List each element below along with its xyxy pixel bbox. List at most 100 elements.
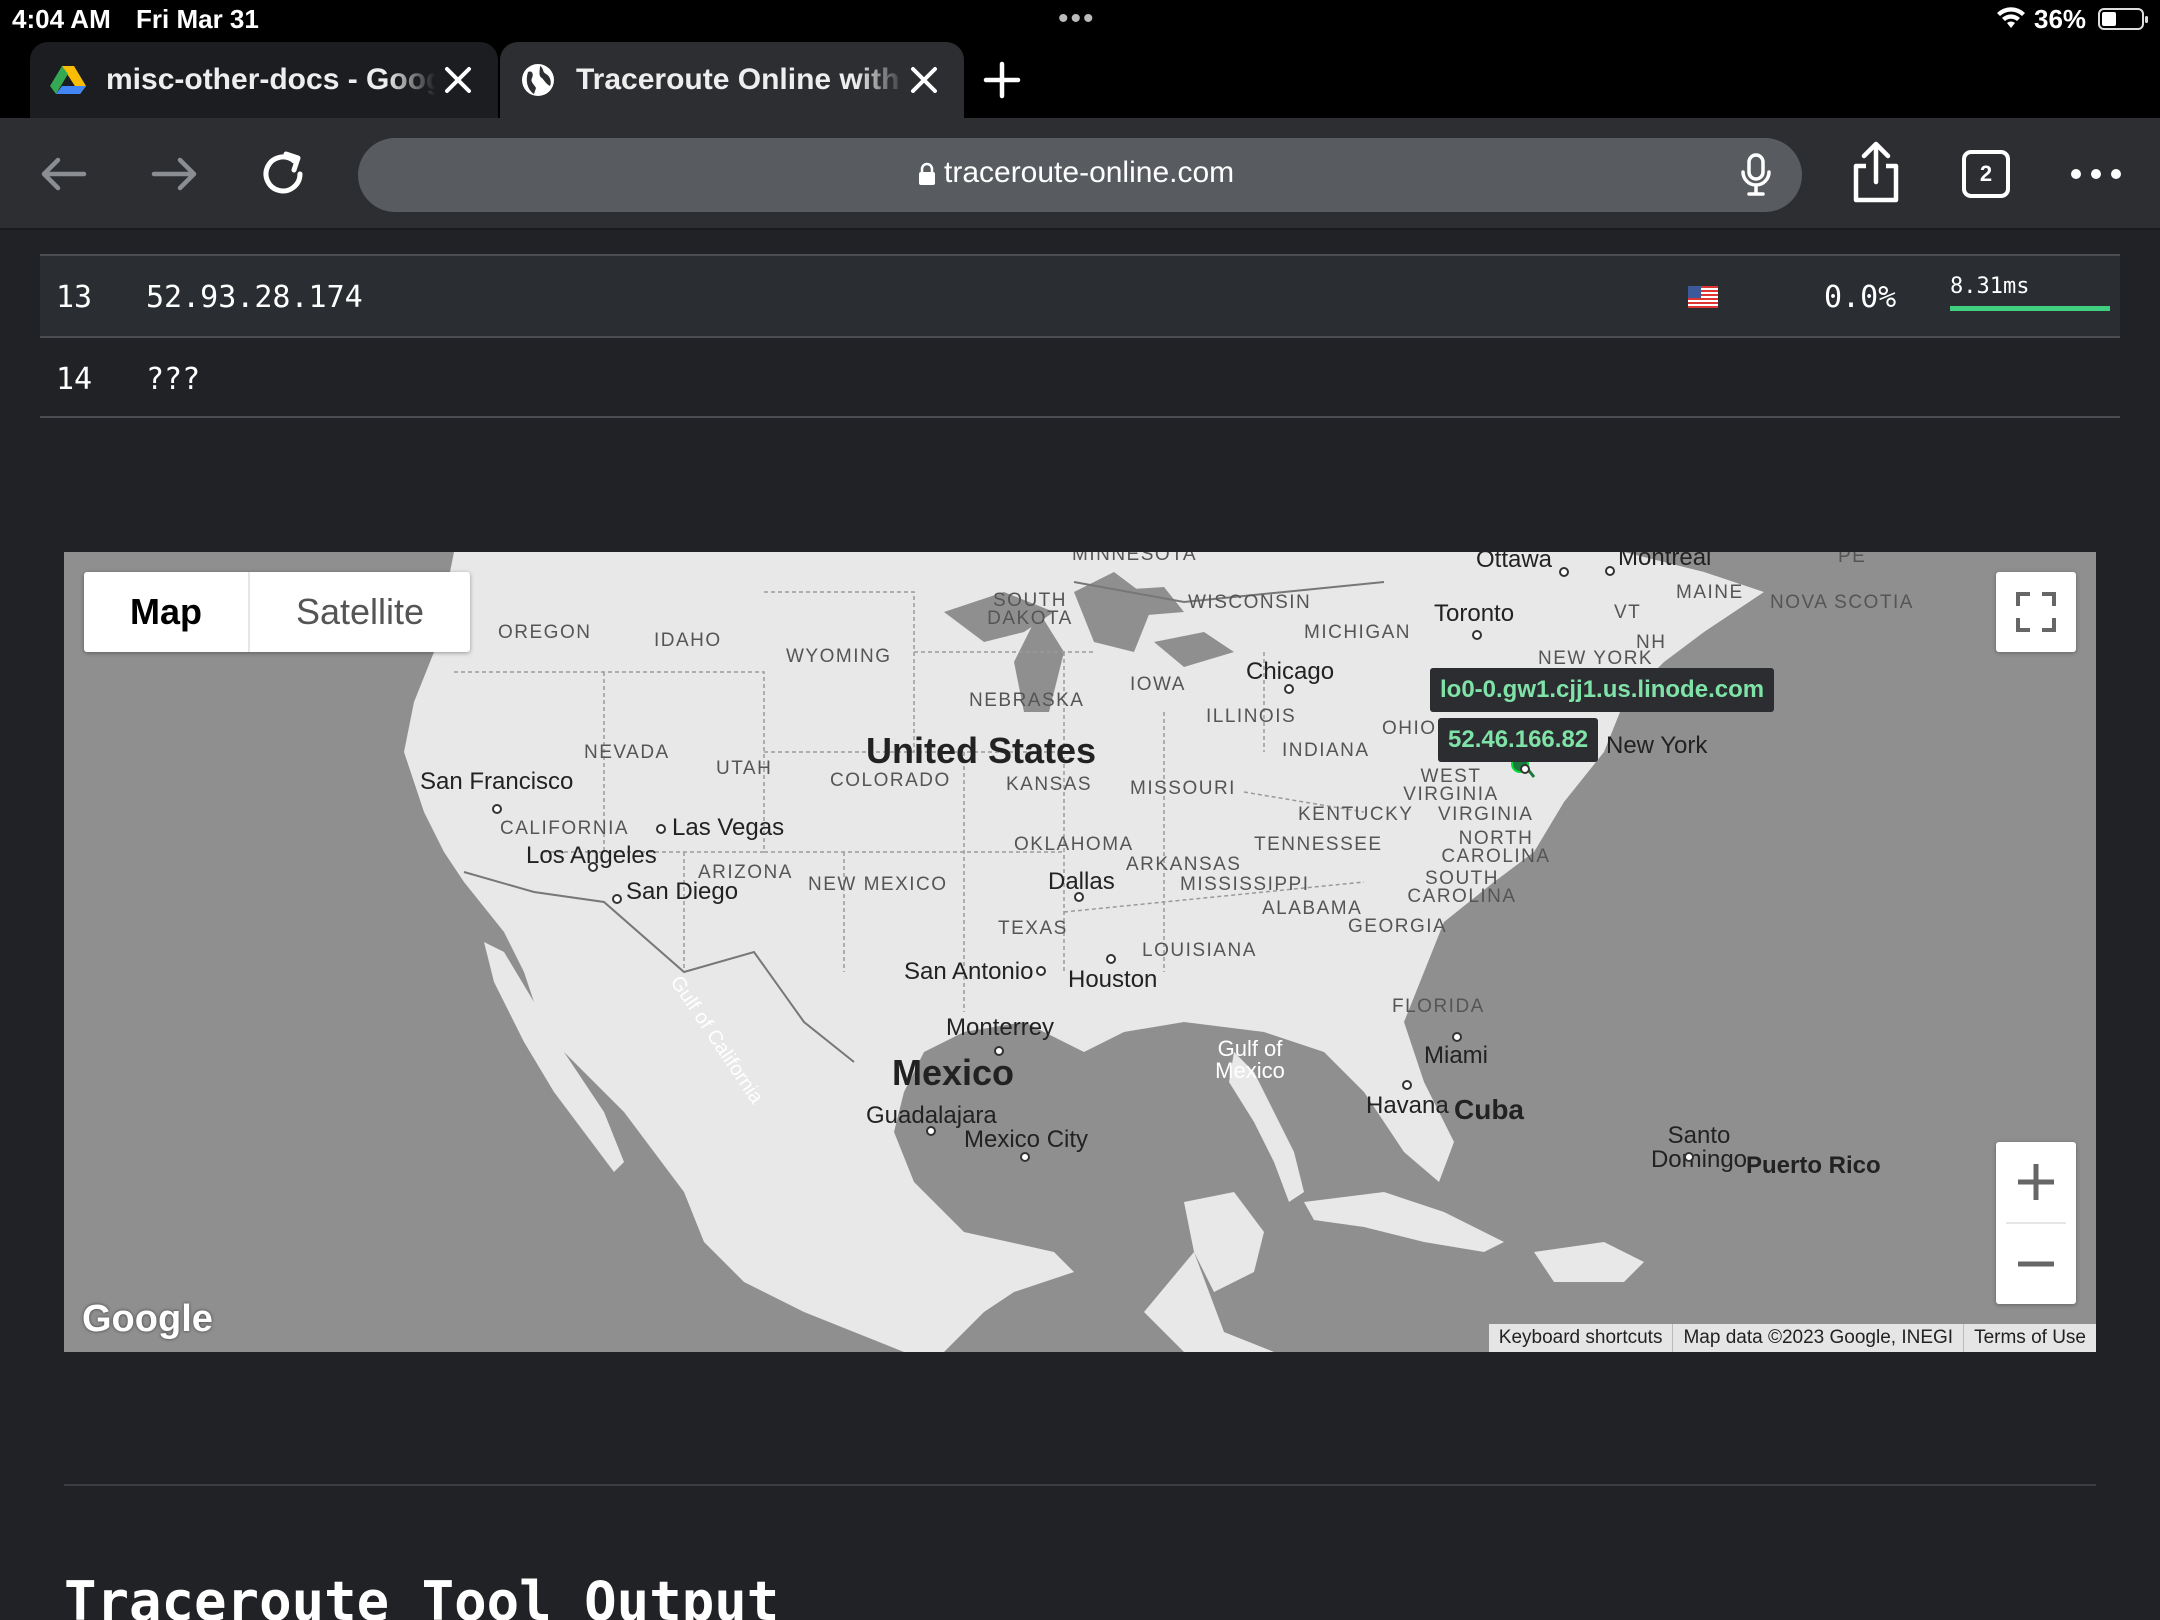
- url-text: traceroute-online.com: [944, 156, 1235, 189]
- map-data-attribution: Map data ©2023 Google, INEGI: [1672, 1324, 1963, 1352]
- battery-percent: 36%: [2034, 4, 2087, 34]
- map-label: Las Vegas: [672, 814, 785, 841]
- map-label: INDIANA: [1282, 740, 1370, 761]
- zoom-out-minus-icon[interactable]: [1996, 1224, 2076, 1304]
- map-view-button[interactable]: Map: [84, 572, 250, 652]
- new-tab-plus-icon[interactable]: [980, 58, 1024, 102]
- map-label: Mexico City: [964, 1126, 1089, 1153]
- map-label: TENNESSEE: [1254, 834, 1383, 855]
- map-label: NEW MEXICO: [808, 874, 948, 895]
- keyboard-shortcuts-link[interactable]: Keyboard shortcuts: [1489, 1324, 1673, 1352]
- table-row: 13 52.93.28.174 0.0% 8.31ms: [40, 254, 2120, 336]
- city-dot: [1559, 567, 1569, 577]
- more-menu-icon[interactable]: [2070, 148, 2122, 200]
- map-label: FLORIDA: [1392, 996, 1485, 1017]
- google-logo: Google: [82, 1298, 213, 1340]
- tab-traceroute[interactable]: Traceroute Online with Map: [500, 42, 964, 118]
- city-dot: [1520, 764, 1530, 774]
- zoom-control: [1996, 1142, 2076, 1304]
- map-terrain: [404, 552, 1764, 1352]
- city-dot: [1605, 566, 1615, 576]
- route-map[interactable]: MINNESOTA SOUTH DAKOTA WISCONSIN MICHIGA…: [64, 552, 2096, 1352]
- map-label: San Francisco: [420, 768, 574, 795]
- back-arrow-icon[interactable]: [36, 146, 92, 202]
- tab-title: misc-other-docs - Google Drive: [106, 63, 436, 96]
- map-label: VIRGINIA: [1438, 804, 1534, 825]
- city-dot: [1402, 1080, 1412, 1090]
- map-label: San Antonio: [904, 958, 1034, 985]
- map-label: NORTH CAROLINA: [1441, 828, 1551, 867]
- hop-table: 13 52.93.28.174 0.0% 8.31ms 14 ???: [40, 254, 2120, 418]
- city-dot: [1284, 684, 1294, 694]
- battery-icon: [2098, 8, 2148, 30]
- forward-arrow-icon[interactable]: [146, 146, 202, 202]
- status-time: 4:04 AM: [12, 4, 111, 34]
- status-bar: 4:04 AM Fri Mar 31 ••• 36%: [0, 0, 2160, 40]
- map-label: Toronto: [1434, 600, 1515, 627]
- google-drive-icon: [50, 66, 86, 94]
- microphone-icon[interactable]: [1736, 152, 1776, 198]
- map-label: LOUISIANA: [1142, 940, 1257, 961]
- rtt-bar: [1950, 306, 2110, 311]
- multitasking-dots-icon[interactable]: •••: [1058, 2, 1096, 36]
- fullscreen-icon[interactable]: [1996, 572, 2076, 652]
- map-label: PE: [1838, 552, 1867, 567]
- map-label: United States: [866, 730, 1097, 771]
- map-label: SOUTH DAKOTA: [987, 590, 1073, 629]
- close-tab-icon[interactable]: [904, 60, 944, 100]
- map-label: Houston: [1068, 966, 1158, 993]
- satellite-view-button[interactable]: Satellite: [250, 572, 470, 652]
- map-label: MISSISSIPPI: [1180, 874, 1310, 895]
- hop-number: 14: [56, 362, 93, 397]
- map-label: Montreal: [1618, 552, 1712, 571]
- share-icon[interactable]: [1848, 140, 1904, 206]
- map-label: WYOMING: [786, 646, 892, 667]
- map-label: Chicago: [1246, 658, 1335, 685]
- map-label: VT: [1614, 602, 1642, 623]
- map-label: WISCONSIN: [1188, 592, 1312, 613]
- ip-tooltip[interactable]: 52.46.166.82: [1438, 718, 1599, 762]
- map-label: Ottawa: [1476, 552, 1553, 573]
- map-label: San Diego: [626, 878, 739, 905]
- map-label: TEXAS: [998, 918, 1068, 939]
- reload-icon[interactable]: [256, 146, 312, 202]
- hop-rtt: 8.31ms: [1950, 274, 2030, 299]
- map-label: Puerto Rico: [1746, 1152, 1881, 1179]
- map-label: KENTUCKY: [1298, 804, 1414, 825]
- wifi-icon: [1997, 7, 2025, 28]
- hop-ip: 52.93.28.174: [146, 280, 363, 315]
- city-dot: [588, 862, 598, 872]
- section-divider: [64, 1484, 2096, 1486]
- city-dot: [1452, 1032, 1462, 1042]
- city-dot: [1074, 892, 1084, 902]
- terms-of-use-link[interactable]: Terms of Use: [1963, 1324, 2096, 1352]
- browser-toolbar: traceroute-online.com 2: [0, 118, 2160, 230]
- map-label: ARKANSAS: [1126, 854, 1242, 875]
- lock-icon: [919, 162, 935, 185]
- tab-count-button[interactable]: 2: [1962, 150, 2010, 198]
- map-label: UTAH: [716, 758, 773, 779]
- tab-google-drive[interactable]: misc-other-docs - Google Drive: [30, 42, 498, 118]
- map-label: GEORGIA: [1348, 916, 1448, 937]
- map-label: MISSOURI: [1130, 778, 1236, 799]
- city-dot: [1684, 1152, 1694, 1162]
- map-label: COLORADO: [830, 770, 951, 791]
- host-tooltip[interactable]: lo0-0.gw1.cjj1.us.linode.com: [1430, 668, 1775, 712]
- map-label: NOVA SCOTIA: [1770, 592, 1914, 613]
- map-label: ILLINOIS: [1206, 706, 1297, 727]
- map-label: MICHIGAN: [1304, 622, 1411, 643]
- section-title: Traceroute Tool Output: [64, 1570, 780, 1620]
- map-label: OREGON: [498, 622, 592, 643]
- map-footer: Keyboard shortcuts Map data ©2023 Google…: [1488, 1324, 2096, 1352]
- map-label: NEVADA: [584, 742, 670, 763]
- map-label: MINNESOTA: [1072, 552, 1198, 565]
- city-dot: [1036, 966, 1046, 976]
- map-label: IOWA: [1130, 674, 1186, 695]
- map-label: KANSAS: [1006, 774, 1093, 795]
- zoom-in-plus-icon[interactable]: [1996, 1142, 2076, 1222]
- map-label: SOUTH CAROLINA: [1407, 868, 1517, 907]
- city-dot: [612, 894, 622, 904]
- map-label: OHIO: [1382, 718, 1437, 739]
- close-tab-icon[interactable]: [438, 60, 478, 100]
- address-bar[interactable]: traceroute-online.com: [358, 138, 1802, 212]
